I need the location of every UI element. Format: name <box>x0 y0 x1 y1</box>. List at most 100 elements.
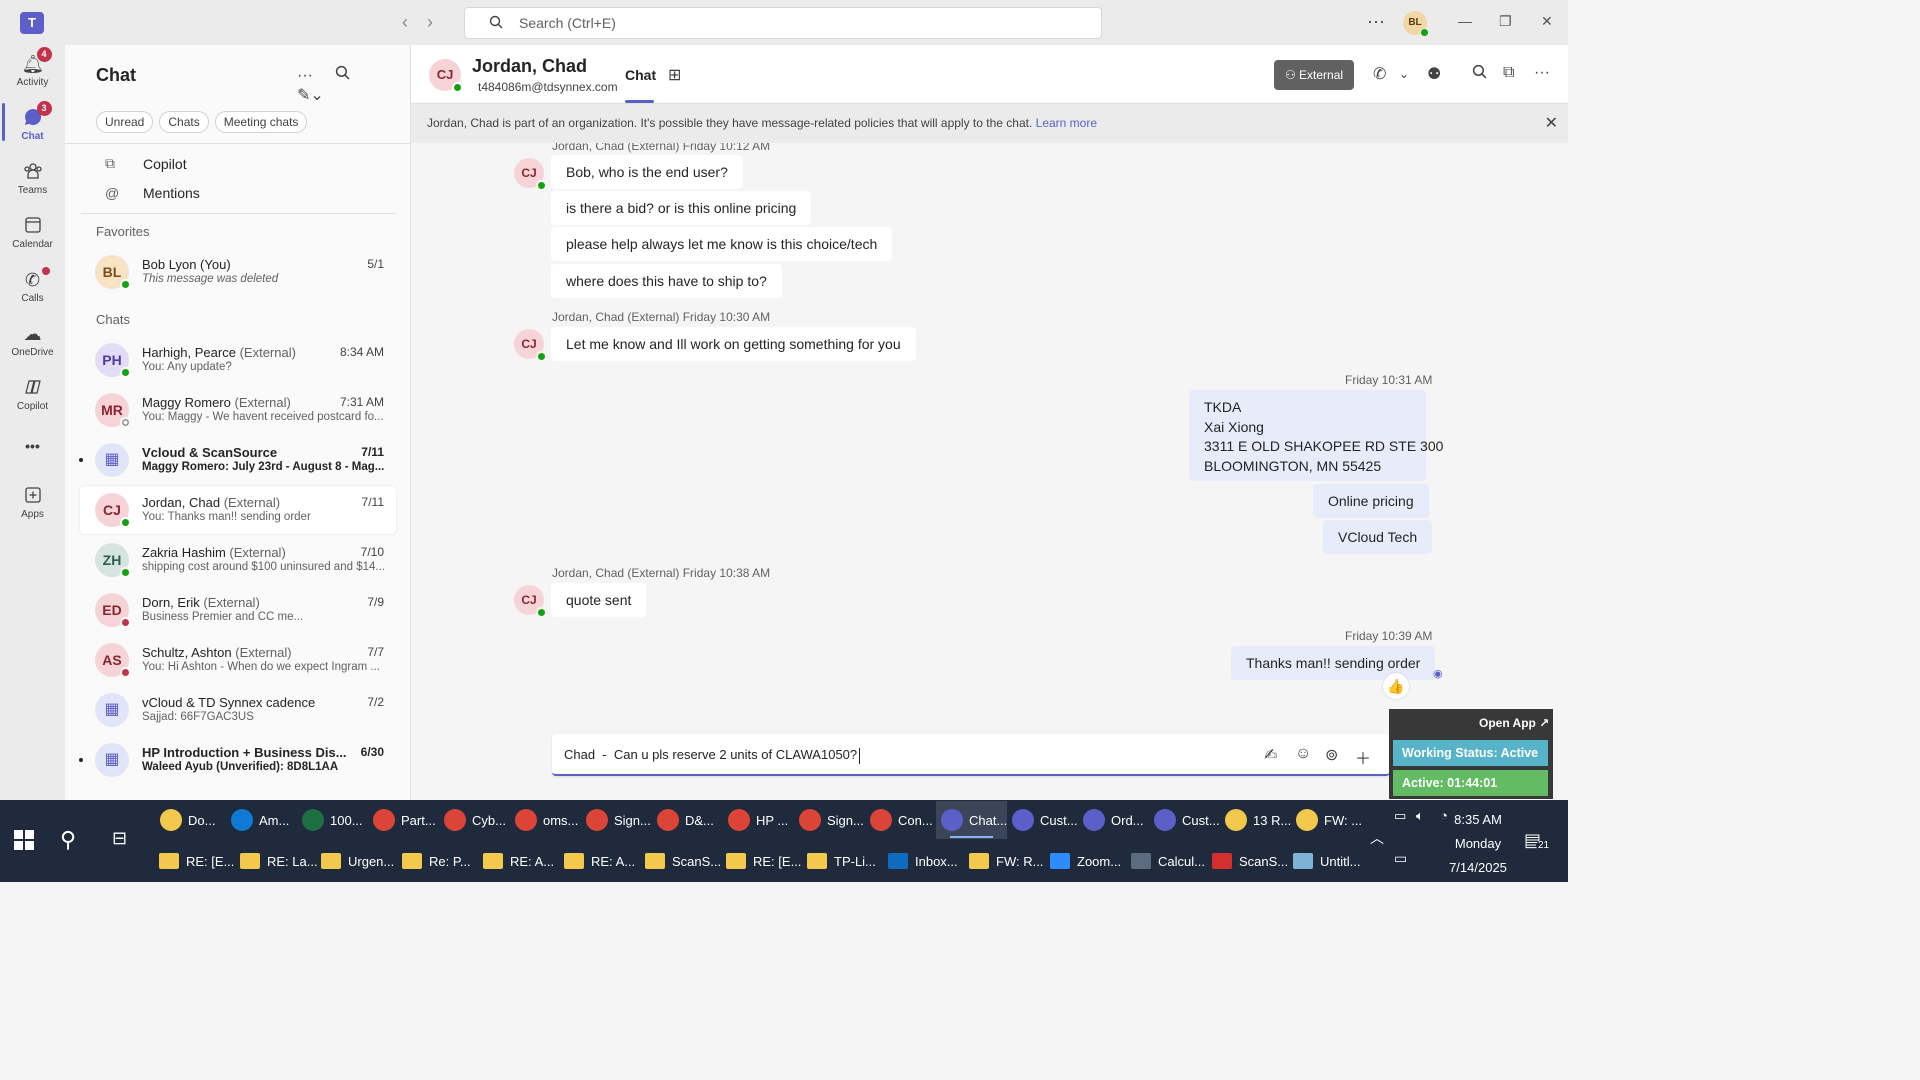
rail-teams[interactable]: Teams <box>0 161 65 196</box>
forward-arrow-icon[interactable]: › <box>427 12 433 32</box>
settings-more-icon[interactable]: ··· <box>1367 11 1385 32</box>
taskbar-app[interactable]: Calcul... <box>1127 842 1208 880</box>
call-icon[interactable]: ✆ <box>1373 64 1386 84</box>
list-item[interactable]: MR Maggy Romero (External) You: Maggy - … <box>80 386 396 434</box>
message-bubble-address[interactable]: TKDA Xai Xiong 3311 E OLD SHAKOPEE RD ST… <box>1189 390 1443 481</box>
taskbar-app[interactable]: Untitl... <box>1289 842 1370 880</box>
copilot-item[interactable]: ⧉ Copilot <box>105 155 187 172</box>
list-item[interactable]: ZH Zakria Hashim (External) shipping cos… <box>80 536 396 584</box>
more-options-icon[interactable]: ··· <box>297 67 313 84</box>
taskbar-app[interactable]: Am... <box>226 801 297 839</box>
rail-onedrive[interactable]: ☁︎ OneDrive <box>0 323 65 358</box>
filter-unread[interactable]: Unread <box>96 111 154 133</box>
taskbar-app[interactable]: 13 R... <box>1220 801 1291 839</box>
notification-icon[interactable]: ▤ 21 <box>1524 830 1552 851</box>
new-chat-icon[interactable]: ✎⌄ <box>297 87 324 104</box>
taskbar-app[interactable]: Part... <box>368 801 439 839</box>
message-bubble[interactable]: please help always let me know is this c… <box>551 227 893 261</box>
list-item[interactable]: ▦ Vcloud & ScanSource Maggy Romero: July… <box>79 436 396 484</box>
taskbar-app[interactable]: Urgen... <box>317 842 398 880</box>
thumbs-up-reaction-icon[interactable]: 👍 <box>1383 673 1409 699</box>
taskbar-app[interactable]: oms... <box>510 801 581 839</box>
volume-icon[interactable]: 🔈︎ <box>1416 808 1424 824</box>
user-avatar[interactable]: BL <box>1403 11 1429 37</box>
taskbar-app[interactable]: RE: [E... <box>155 842 236 880</box>
list-item[interactable]: ▦ vCloud & TD Synnex cadence Sajjad: 66F… <box>80 686 396 734</box>
message-bubble[interactable]: quote sent <box>551 583 647 617</box>
search-icon[interactable]: ⚲ <box>60 827 76 853</box>
taskbar-app[interactable]: RE: A... <box>479 842 560 880</box>
tab-chat[interactable]: Chat <box>625 67 656 83</box>
people-icon[interactable]: ⚉ <box>1427 64 1441 84</box>
rail-calendar[interactable]: Calendar <box>0 215 65 250</box>
chevron-up-icon[interactable]: ︿ <box>1370 828 1384 848</box>
taskbar-app[interactable]: RE: La... <box>236 842 317 880</box>
taskbar-app[interactable]: Do... <box>155 801 226 839</box>
windows-start-icon[interactable] <box>14 830 34 850</box>
list-item[interactable]: AS Schultz, Ashton (External) You: Hi As… <box>80 636 396 684</box>
avatar[interactable]: CJ <box>429 59 463 93</box>
chevron-down-icon[interactable]: ⌄ <box>1399 67 1409 81</box>
taskbar-app[interactable]: Cyb... <box>439 801 510 839</box>
mentions-item[interactable]: @ Mentions <box>105 185 200 201</box>
taskbar-app[interactable]: Zoom... <box>1046 842 1127 880</box>
task-view-icon[interactable]: ⊟ <box>112 828 127 849</box>
list-item[interactable]: ED Dorn, Erik (External) Business Premie… <box>80 586 396 634</box>
taskbar-app[interactable]: Sign... <box>794 801 865 839</box>
add-attachment-icon[interactable]: ＋ <box>1355 745 1371 769</box>
battery-icon[interactable]: ▭ <box>1394 808 1406 824</box>
taskbar-app[interactable]: HP ... <box>723 801 794 839</box>
taskbar-app[interactable]: D&... <box>652 801 723 839</box>
external-button[interactable]: ⚇ External <box>1274 60 1354 90</box>
back-arrow-icon[interactable]: ‹ <box>402 12 408 32</box>
filter-chats[interactable]: Chats <box>159 111 209 133</box>
more-apps-icon[interactable]: ••• <box>0 438 65 454</box>
list-item[interactable]: PH Harhigh, Pearce (External) You: Any u… <box>80 336 396 384</box>
taskbar-app[interactable]: FW: R... <box>965 842 1046 880</box>
message-bubble[interactable]: VCloud Tech <box>1323 520 1433 554</box>
clock[interactable]: 8:35 AM Monday 7/14/2025 <box>1438 808 1518 880</box>
close-window-icon[interactable]: ✕ <box>1541 13 1553 30</box>
message-bubble[interactable]: where does this have to ship to? <box>551 264 782 298</box>
message-bubble[interactable]: Thanks man!! sending order <box>1231 646 1436 680</box>
list-item-selected[interactable]: CJ Jordan, Chad (External) You: Thanks m… <box>80 486 396 534</box>
taskbar-app[interactable]: Sign... <box>581 801 652 839</box>
close-icon[interactable]: ✕ <box>1545 104 1558 143</box>
taskbar-app[interactable]: Cust... <box>1007 801 1078 839</box>
minimize-icon[interactable]: — <box>1458 13 1472 29</box>
learn-more-link[interactable]: Learn more <box>1036 116 1097 130</box>
message-bubble[interactable]: is there a bid? or is this online pricin… <box>551 191 812 225</box>
filter-meeting-chats[interactable]: Meeting chats <box>214 111 308 133</box>
taskbar-app[interactable]: TP-Li... <box>803 842 884 880</box>
message-bubble[interactable]: Online pricing <box>1313 484 1429 518</box>
emoji-icon[interactable]: ☺ <box>1295 745 1311 763</box>
taskbar-app[interactable]: Chat... <box>936 801 1007 839</box>
rail-copilot[interactable]: Copilot <box>0 377 65 412</box>
taskbar-app[interactable]: Re: P... <box>398 842 479 880</box>
taskbar-app[interactable]: RE: A... <box>560 842 641 880</box>
add-tab-icon[interactable]: ⊞ <box>668 65 681 85</box>
list-item[interactable]: BL Bob Lyon (You) This message was delet… <box>80 248 396 296</box>
taskbar-app[interactable]: RE: [E... <box>722 842 803 880</box>
list-item[interactable]: ▦ HP Introduction + Business Dis... Wale… <box>79 736 396 784</box>
taskbar-app[interactable]: Inbox... <box>884 842 965 880</box>
display-icon[interactable]: ▭ <box>1394 850 1407 867</box>
message-bubble[interactable]: Bob, who is the end user? <box>551 155 743 189</box>
message-composer[interactable]: Chad - Can u pls reserve 2 units of CLAW… <box>552 734 1390 776</box>
rail-calls[interactable]: ✆ Calls <box>0 267 65 304</box>
popout-icon[interactable]: ⧉ <box>1503 64 1514 82</box>
taskbar-app[interactable]: Cust... <box>1149 801 1220 839</box>
taskbar-app[interactable]: ScanS... <box>641 842 722 880</box>
taskbar-app[interactable]: FW: ... <box>1291 801 1362 839</box>
taskbar-app[interactable]: 100... <box>297 801 368 839</box>
taskbar-app[interactable]: Con... <box>865 801 936 839</box>
more-options-icon[interactable]: ··· <box>1534 64 1550 82</box>
search-input[interactable]: Search (Ctrl+E) <box>464 7 1102 39</box>
loop-icon[interactable]: ⊚ <box>1325 745 1338 765</box>
open-app-button[interactable]: Open App ↗ <box>1479 716 1549 730</box>
composer-input[interactable]: Chad - Can u pls reserve 2 units of CLAW… <box>564 747 861 764</box>
search-icon[interactable] <box>1472 64 1487 84</box>
format-icon[interactable]: ✍ <box>1264 745 1277 765</box>
taskbar-app[interactable]: ScanS... <box>1208 842 1289 880</box>
search-icon[interactable] <box>335 65 350 84</box>
